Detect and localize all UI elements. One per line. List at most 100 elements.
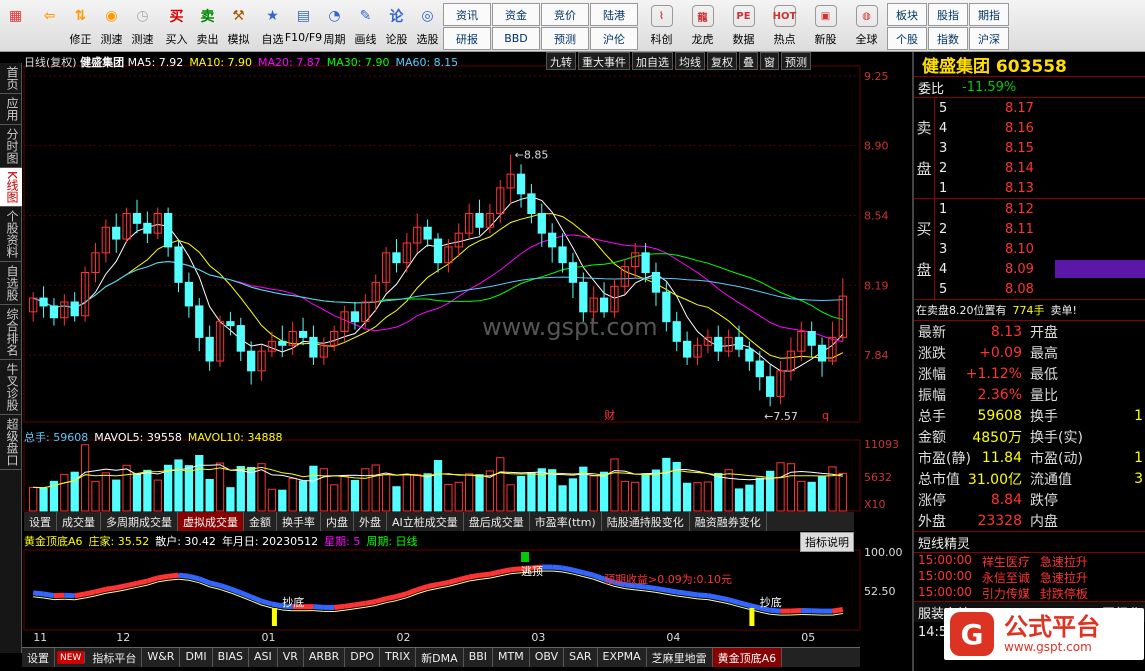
volume-tab[interactable]: 成交量 [57,512,101,531]
news-item[interactable]: 15:00:00 祥生医疗 急速拉升 [914,553,1145,569]
news-item[interactable]: 15:00:00 永信至诚 急速拉升 [914,569,1145,585]
indicator-tab[interactable]: DPO [345,648,381,667]
toolbar-grid-button[interactable]: 沪伦 [590,27,638,50]
indicator-tab[interactable]: 指标平台 [87,648,143,667]
kline-tool-2[interactable]: 加自选 [632,52,673,70]
toolbar2-button-5[interactable]: ◍ 全球 [846,0,887,50]
volume-tab[interactable]: 盘后成交量 [464,512,530,531]
left-tab-6[interactable]: 综合排名 [0,305,22,360]
left-tab-7[interactable]: 牛叉诊股 [0,360,22,415]
toolbar-button-3[interactable]: ◉ 测速 [96,0,127,50]
indicator-tab[interactable]: VR [278,648,304,667]
toolbar-grid-button[interactable]: BBD [492,27,540,50]
toolbar-button-6[interactable]: 卖卖出 [192,0,223,50]
toolbar-button-0[interactable]: ▦ [0,0,31,50]
toolbar-grid-button[interactable]: 个股 [887,27,927,50]
left-tab-5[interactable]: 自选股 [0,262,22,305]
toolbar-grid-button[interactable]: 研报 [443,27,491,50]
indicator-tab[interactable]: EXPMA [598,648,647,667]
kline-tool-0[interactable]: 九转 [546,52,576,70]
indicator-tab[interactable]: NEW [57,651,86,664]
toolbar-grid-button[interactable]: 板块 [887,3,927,26]
toolbar2-button-4[interactable]: ▣ 新股 [805,0,846,50]
toolbar-button-12[interactable]: 论论股 [381,0,412,50]
left-tab-8[interactable]: 超级盘口 [0,415,22,470]
toolbar-button-9[interactable]: ▤ F10/F9 [285,0,322,50]
indicator-tab[interactable]: BIAS [213,648,249,667]
toolbar-button-10[interactable]: ◔ 周期 [319,0,350,50]
left-tab-2[interactable]: 分时图 [0,125,22,168]
indicator-tab[interactable]: W&R [142,648,181,667]
volume-tab[interactable]: AI立桩成交量 [387,512,464,531]
left-tab-3[interactable]: K线图 [0,168,22,207]
volume-tab[interactable]: 融资融券变化 [690,512,767,531]
toolbar-button-7[interactable]: ⚒ 模拟 [223,0,254,50]
indicator-tab[interactable]: 新DMA [416,648,464,667]
indicator-tab[interactable]: OBV [530,648,565,667]
indicator-tab[interactable]: BBI [464,648,494,667]
indicator-tab[interactable]: ASI [249,648,278,667]
toolbar-button-8[interactable]: ★ 自选 [257,0,288,50]
kline-tool-5[interactable]: 叠 [739,52,758,70]
indicator-tab[interactable]: 芝麻里地雷 [647,648,713,667]
volume-tab[interactable]: 多周期成交量 [101,512,178,531]
left-tab-4[interactable]: 个股资料 [0,207,22,262]
indicator-tab[interactable]: 黄金顶底A6 [712,648,783,667]
indicator-tab[interactable]: SAR [564,648,598,667]
stat-label: 跌停 [1030,492,1058,509]
indicator-line [354,606,366,610]
volume-tab[interactable]: 内盘 [321,512,354,531]
toolbar-grid-button[interactable]: 股指 [928,3,968,26]
volume-tab[interactable]: 换手率 [277,512,321,531]
toolbar-grid-button[interactable]: 竞价 [541,3,589,26]
volume-bar [745,484,754,512]
indicator-help-button[interactable]: 指标说明 [800,532,854,552]
indicator-tab[interactable]: TRIX [380,648,417,667]
toolbar2-button-0[interactable]: ⌇ 科创 [641,0,682,50]
toolbar-grid-button[interactable]: 陆港 [590,3,638,26]
volume-tab[interactable]: 陆股通持股变化 [602,512,690,531]
stat-label: 总市值 [918,471,960,488]
toolbar-grid-button[interactable]: 期指 [969,3,1009,26]
kline-tool-1[interactable]: 重大事件 [578,52,630,70]
toolbar2-button-1[interactable]: 龍龙虎 [682,0,723,50]
toolbar-button-4[interactable]: ◷ 测速 [127,0,158,50]
volume-bar [112,479,121,512]
indicator-tab[interactable]: MTM [493,648,530,667]
news-item[interactable]: 15:00:00 引力传媒 封跌停板 [914,585,1145,601]
stat-cell: 涨停 8.84 [914,489,1026,510]
toolbar-grid-button[interactable]: 指数 [928,27,968,50]
volume-tab[interactable]: 虚拟成交量 [178,512,244,531]
kline-tool-7[interactable]: 预测 [781,52,811,70]
toolbar-button-1[interactable]: ⇦ [34,0,65,50]
volume-tab[interactable]: 外盘 [354,512,387,531]
indicator-tab[interactable]: 设置 [22,648,55,667]
candle-body [682,340,692,358]
candle-body [247,350,256,372]
left-tab-1[interactable]: 应用 [0,94,22,125]
indicator-band [676,589,688,596]
toolbar2-button-2[interactable]: PE 数据 [723,0,764,50]
kline-tool-3[interactable]: 均线 [675,52,705,70]
indicator-tab[interactable]: ARBR [304,648,346,667]
toolbar-button-2[interactable]: ⇅ 修正 [65,0,96,50]
left-tab-0[interactable]: 首页 [0,63,22,94]
indicator-band [832,607,844,614]
toolbar2-button-3[interactable]: HOT 热点 [764,0,805,50]
indicator-band [385,594,397,602]
toolbar-grid-button[interactable]: 资讯 [443,3,491,26]
volume-tab[interactable]: 设置 [24,512,57,531]
volume-tab[interactable]: 金额 [244,512,277,531]
buy-book-level-price: 8.12 [1005,201,1034,217]
toolbar-grid-button[interactable]: 预测 [541,27,589,50]
toolbar-grid-button[interactable]: 资金 [492,3,540,26]
toolbar-button-13[interactable]: ◎ 选股 [412,0,443,50]
indicator-tab[interactable]: DMI [180,648,213,667]
volume-bar [651,469,661,512]
kline-tool-6[interactable]: 窗 [760,52,779,70]
toolbar-button-5[interactable]: 买买入 [161,0,192,50]
volume-tab[interactable]: 市盈率(ttm) [530,512,602,531]
kline-tool-4[interactable]: 复权 [707,52,737,70]
toolbar-grid-button[interactable]: 沪深 [969,27,1009,50]
toolbar-button-11[interactable]: ✎ 画线 [350,0,381,50]
